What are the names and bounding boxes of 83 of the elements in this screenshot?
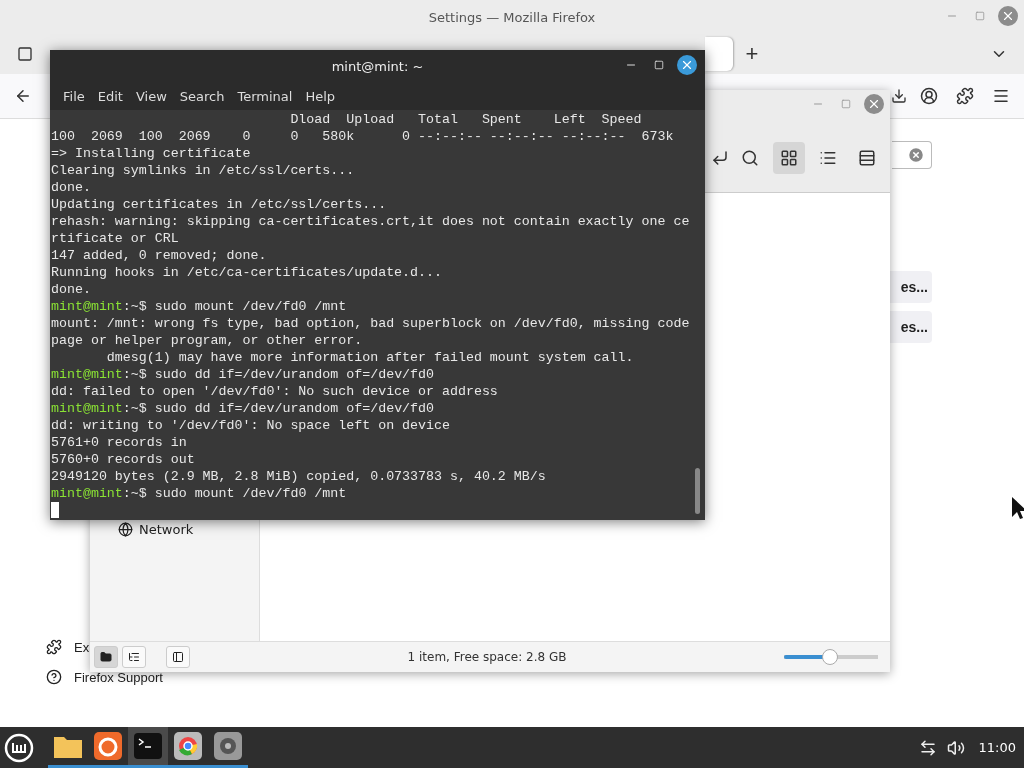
terminal-line: 5760+0 records out	[51, 451, 196, 468]
browser-icon	[174, 732, 202, 760]
menu-item[interactable]: View	[130, 88, 172, 104]
terminal-line: dd: writing to '/dev/fd0': No space left on device	[51, 417, 451, 434]
grid-view-icon	[780, 149, 798, 167]
sidebar-label: Firefox Support	[74, 669, 163, 685]
menu-item[interactable]: Help	[300, 88, 341, 104]
volume-icon[interactable]	[946, 738, 965, 757]
close-icon	[680, 58, 694, 72]
logo-icon	[4, 732, 34, 763]
slider-thumb[interactable]	[822, 649, 839, 665]
status-text: 1 item, Free space: 2.8 GB	[406, 650, 568, 664]
close-icon	[1001, 9, 1015, 23]
puzzle-icon	[46, 639, 62, 655]
mouse-pointer-icon	[1012, 497, 1024, 519]
terminal-line: Clearing symlinks in /etc/ssl/certs...	[51, 162, 356, 179]
terminal-line: rehash: warning: skipping ca-certificates.crt,it does not contain exactly one ce	[51, 213, 691, 230]
maximize-icon	[975, 11, 985, 21]
terminal-line: page or helper program, or other error.	[51, 332, 364, 349]
taskbar-app[interactable]	[128, 727, 168, 768]
sidebar-place[interactable]: Network	[118, 522, 259, 537]
sidebar-label: Ex	[74, 639, 90, 655]
terminal-line: mint@mint:~$ sudo mount /dev/fd0 /mnt	[51, 298, 348, 315]
start-menu-button[interactable]	[4, 732, 34, 763]
terminal-line: mint@mint:~$ sudo dd if=/dev/urandom of=/dev/fd0	[51, 366, 436, 383]
terminal-line: done.	[51, 179, 92, 196]
tab-overview-icon	[17, 46, 33, 62]
scrollbar-thumb[interactable]	[695, 468, 700, 514]
help-icon	[46, 669, 62, 685]
compact-view-icon	[858, 149, 876, 167]
terminal-icon	[134, 733, 162, 759]
terminal-line: Dload Upload Total Spent Left Speed	[289, 111, 643, 128]
terminal-line: dd: failed to open '/dev/fd0': No such device or address	[51, 383, 499, 400]
globe-icon	[118, 522, 133, 537]
sidebar-toggle-icon	[172, 651, 184, 663]
terminal-line: mount: /mnt: wrong fs type, bad option, bad superblock on /dev/fd0, missing code	[51, 315, 691, 332]
puzzle-icon	[956, 87, 974, 105]
search-icon	[741, 149, 759, 167]
new-tab-button[interactable]: +	[737, 40, 767, 68]
fox-icon	[94, 732, 122, 760]
window-title: Settings — Mozilla Firefox	[428, 9, 596, 25]
terminal-line: 100 2069 100 2069 0 0 580k 0 --:--:-- --:--:-- --:--:-- 673k	[51, 128, 675, 145]
pane-button[interactable]	[166, 646, 190, 668]
search-field[interactable]	[892, 141, 932, 169]
menu-item[interactable]: Edit	[92, 88, 128, 104]
sidebar-link[interactable]: Firefox Support	[46, 669, 163, 685]
maximize-icon	[654, 60, 664, 70]
window-title: mint@mint: ~	[331, 58, 424, 74]
sidebar-link[interactable]: Ex	[46, 639, 90, 655]
terminal-line: mint@mint:~$ sudo dd if=/dev/urandom of=/dev/fd0	[51, 400, 436, 417]
menu-icon	[992, 87, 1010, 105]
maximize-icon	[841, 99, 851, 109]
place-label: Network	[139, 522, 194, 537]
list-view-icon	[819, 149, 837, 167]
terminal-line: mint@mint:~$ sudo mount /dev/fd0 /mnt	[51, 485, 348, 502]
menu-item[interactable]: Terminal	[232, 88, 298, 104]
text-cursor	[51, 502, 59, 518]
close-button[interactable]	[677, 55, 697, 75]
terminal-line: dmesg(1) may have more information after failed mount system call.	[105, 349, 635, 366]
pane-button[interactable]	[122, 646, 146, 668]
view-button[interactable]	[773, 142, 805, 174]
return-icon	[711, 149, 729, 167]
close-icon	[867, 97, 881, 111]
terminal-line: => Installing certificate	[51, 145, 252, 162]
settings-button[interactable]: es...	[890, 311, 932, 343]
folder-icon	[100, 651, 112, 663]
network-icon[interactable]	[918, 738, 937, 757]
settings-button[interactable]: es...	[890, 271, 932, 303]
clock: 11:00	[978, 740, 1016, 755]
menu-item[interactable]: File	[58, 88, 90, 104]
clear-icon[interactable]	[907, 146, 925, 164]
terminal-line: 5761+0 records in	[51, 434, 188, 451]
terminal-line: Updating certificates in /etc/ssl/certs...	[51, 196, 388, 213]
menu-item[interactable]: Search	[174, 88, 230, 104]
terminal-line: Running hooks in /etc/ca-certificates/update.d...	[51, 264, 443, 281]
terminal-line: rtificate or CRL	[51, 230, 180, 247]
pane-button[interactable]	[94, 646, 118, 668]
terminal-line: 2949120 bytes (2.9 MB, 2.8 MiB) copied, 0.0733783 s, 40.2 MB/s	[51, 468, 547, 485]
account-icon	[920, 87, 938, 105]
download-icon	[891, 88, 907, 104]
terminal-line: done.	[51, 281, 92, 298]
tree-icon	[128, 651, 140, 663]
terminal-line: 147 added, 0 removed; done.	[51, 247, 268, 264]
